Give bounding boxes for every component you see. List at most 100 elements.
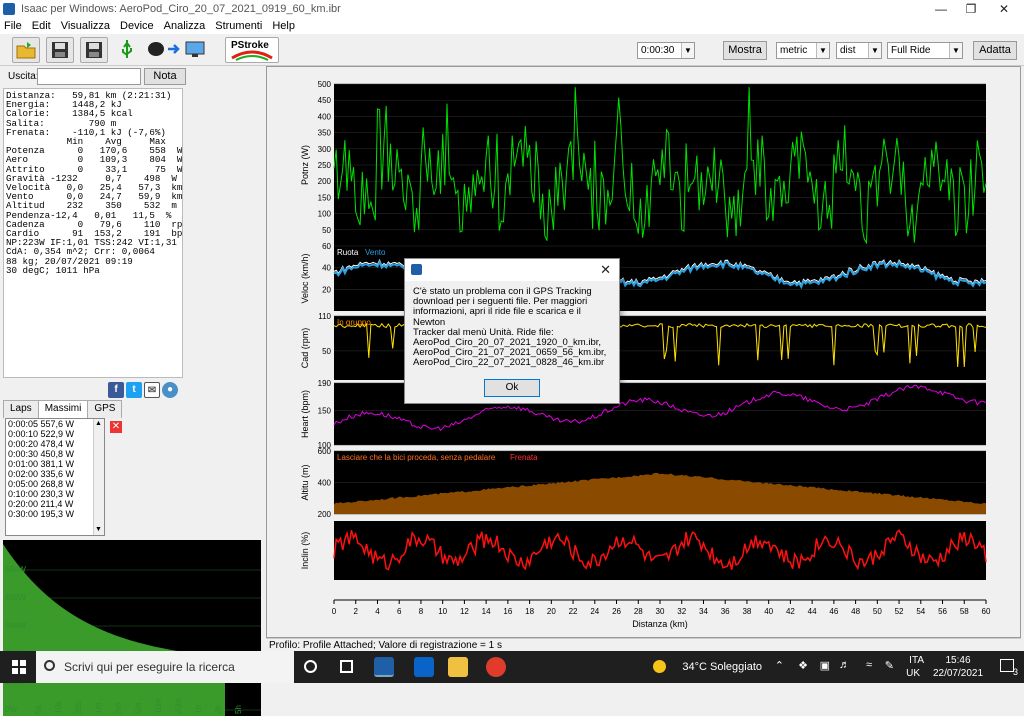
download-device-button[interactable] <box>144 37 208 63</box>
panel-y-label: Heart (bpm) <box>300 390 310 438</box>
close-button[interactable]: ✕ <box>988 0 1020 18</box>
max-power-item[interactable]: 0:00:05 557,6 W <box>8 419 104 429</box>
show-button[interactable]: Mostra <box>723 41 767 60</box>
panel-legend: In gruppo <box>337 318 371 327</box>
usb-icon <box>122 40 132 58</box>
tab-laps[interactable]: Laps <box>3 400 39 418</box>
max-power-list[interactable]: 0:00:05 557,6 W 0:00:10 522,9 W 0:00:20 47… <box>5 418 105 536</box>
file-explorer-icon[interactable] <box>448 657 468 677</box>
email-icon[interactable]: ✉ <box>144 382 160 398</box>
usb-button[interactable] <box>114 37 142 63</box>
chevron-down-icon[interactable]: ▼ <box>95 525 102 535</box>
lang-ita[interactable]: ITA <box>909 655 924 666</box>
x-tick-label: 6 <box>397 607 402 616</box>
x-tick-label: 24 <box>590 607 599 616</box>
wifi-icon[interactable]: ≈ <box>866 659 872 671</box>
menu-help[interactable]: Help <box>272 20 295 32</box>
list-scrollbar[interactable]: ▲ ▼ <box>93 419 104 535</box>
uscita-input[interactable] <box>37 68 141 85</box>
chevron-up-icon[interactable]: ▲ <box>95 419 102 429</box>
ok-button[interactable]: Ok <box>484 379 540 397</box>
y-tick-label: 200 <box>318 510 332 519</box>
title-bar: Isaac per Windows: AeroPod_Ciro_20_07_20… <box>0 0 1024 18</box>
open-folder-button[interactable] <box>12 37 40 63</box>
y-tick-label: 400 <box>318 112 332 121</box>
max-power-item[interactable]: 0:02:00 335,6 W <box>8 469 104 479</box>
pstroke-button[interactable]: PStroke <box>225 37 279 63</box>
outlook-icon[interactable] <box>414 657 434 677</box>
chevron-down-icon: ▼ <box>949 43 962 58</box>
volume-icon[interactable]: ♬ <box>839 659 850 671</box>
chrome-icon[interactable] <box>486 657 506 677</box>
menu-file[interactable]: File <box>4 20 22 32</box>
note-button[interactable]: Nota <box>144 68 186 85</box>
panel-legend: Vento <box>365 248 386 257</box>
lang-uk[interactable]: UK <box>906 668 920 679</box>
windows-start-icon[interactable] <box>12 660 26 674</box>
chevron-down-icon: ▼ <box>816 43 829 58</box>
range-select[interactable]: Full Ride ▼ <box>887 42 963 59</box>
x-axis-value: dist <box>840 45 856 56</box>
panel-y-label: Inclin (%) <box>300 532 310 570</box>
menu-strumenti[interactable]: Strumenti <box>215 20 262 32</box>
search-icon <box>44 660 55 671</box>
time-window-select[interactable]: 0:00:30 ▼ <box>637 42 695 59</box>
save-button[interactable] <box>46 37 74 63</box>
max-power-item[interactable]: 0:00:10 522,9 W <box>8 429 104 439</box>
menu-bar: File Edit Visualizza Device Analizza Str… <box>0 18 1024 34</box>
y-tick-label: 600 <box>318 447 332 456</box>
cp-x-label: 1h <box>194 705 203 714</box>
tab-massimi[interactable]: Massimi <box>37 400 89 418</box>
pen-icon[interactable]: ✎ <box>885 659 894 672</box>
dropbox-icon[interactable]: ❖ <box>798 659 808 672</box>
weather-icon <box>653 660 666 673</box>
max-power-item[interactable]: 0:01:00 381,1 W <box>8 459 104 469</box>
task-view-icon[interactable] <box>340 660 353 673</box>
taskbar-search[interactable]: Scrivi qui per eseguire la ricerca <box>36 651 294 683</box>
clock-date[interactable]: 22/07/2021 <box>928 668 988 679</box>
units-select[interactable]: metric ▼ <box>776 42 830 59</box>
facebook-icon[interactable]: f <box>108 382 124 398</box>
weather-text[interactable]: 34°C Soleggiato <box>682 661 762 673</box>
menu-edit[interactable]: Edit <box>32 20 51 32</box>
max-power-item[interactable]: 0:05:00 268,8 W <box>8 479 104 489</box>
clock-time[interactable]: 15:46 <box>936 655 980 666</box>
cp-y-label: 500W <box>5 565 26 574</box>
max-power-item[interactable]: 0:20:00 211,4 W <box>8 499 104 509</box>
twitter-icon[interactable]: t <box>126 382 142 398</box>
taskbar: Scrivi qui per eseguire la ricerca 34°C … <box>0 651 1024 683</box>
x-tick-label: 16 <box>503 607 512 616</box>
max-power-item[interactable]: 0:10:00 230,3 W <box>8 489 104 499</box>
x-tick-label: 42 <box>786 607 795 616</box>
globe-icon[interactable]: ● <box>162 382 178 398</box>
cortana-icon[interactable] <box>304 660 317 673</box>
cp-x-label: 5s <box>34 706 43 714</box>
y-tick-label: 300 <box>318 145 332 154</box>
minimize-button[interactable]: — <box>925 0 957 18</box>
save-as-button[interactable] <box>80 37 108 63</box>
maximize-button[interactable]: ❐ <box>955 0 987 18</box>
x-axis-select[interactable]: dist ▼ <box>836 42 882 59</box>
menu-visualizza[interactable]: Visualizza <box>61 20 110 32</box>
menu-analizza[interactable]: Analizza <box>164 20 206 32</box>
delete-icon[interactable]: ✕ <box>110 421 122 433</box>
max-power-item[interactable]: 0:00:20 478,4 W <box>8 439 104 449</box>
tab-gps[interactable]: GPS <box>87 400 123 418</box>
notifications-icon[interactable] <box>1000 659 1014 672</box>
menu-device[interactable]: Device <box>120 20 154 32</box>
max-power-item[interactable]: 0:30:00 195,3 W <box>8 509 104 519</box>
isaac-app-icon[interactable] <box>374 657 394 677</box>
cp-x-label: 2h <box>214 705 223 714</box>
chevron-up-icon[interactable]: ⌃ <box>775 659 784 672</box>
x-tick-label: 46 <box>829 607 838 616</box>
x-tick-label: 0 <box>332 607 337 616</box>
fit-button[interactable]: Adatta <box>973 41 1017 60</box>
y-tick-label: 50 <box>322 226 331 235</box>
left-panel: Uscita: Nota Distanza: 59,81 km (2:21:31… <box>0 66 262 716</box>
dialog-close-icon[interactable]: ✕ <box>600 262 611 278</box>
network-icon[interactable]: ▣ <box>820 659 830 672</box>
y-tick-label: 150 <box>318 193 332 202</box>
time-window-value: 0:00:30 <box>641 45 675 56</box>
x-tick-label: 10 <box>438 607 447 616</box>
max-power-item[interactable]: 0:00:30 450,8 W <box>8 449 104 459</box>
